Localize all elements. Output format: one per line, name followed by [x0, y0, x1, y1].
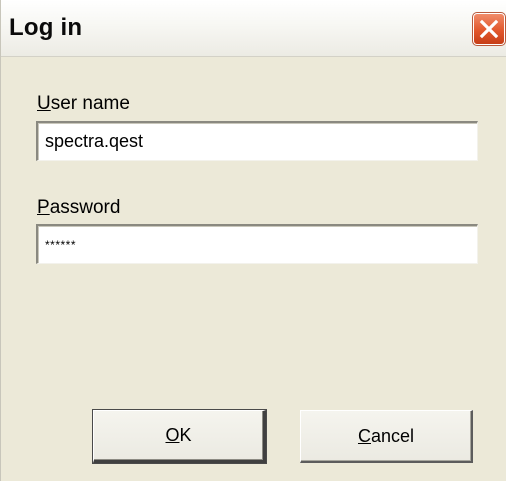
ok-button-accelerator: O: [165, 425, 180, 445]
login-dialog: Log in User name Password OK Cancel: [0, 0, 506, 481]
password-input[interactable]: [36, 224, 478, 264]
cancel-button-label: ancel: [370, 425, 415, 446]
ok-button-label: K: [179, 425, 192, 445]
title-bar[interactable]: Log in: [1, 0, 506, 57]
close-icon: [479, 19, 499, 39]
username-label-text: ser name: [50, 93, 130, 114]
password-label-accelerator: P: [37, 197, 50, 218]
password-label: Password: [37, 197, 120, 219]
ok-button[interactable]: OK: [93, 410, 266, 463]
username-label-accelerator: U: [37, 93, 51, 114]
username-input[interactable]: [36, 121, 478, 161]
close-button[interactable]: [472, 12, 506, 46]
username-label: User name: [37, 93, 130, 115]
window-title: Log in: [9, 14, 83, 41]
cancel-button-accelerator: C: [357, 425, 371, 446]
cancel-button[interactable]: Cancel: [300, 410, 473, 463]
password-label-text: assword: [49, 197, 121, 218]
